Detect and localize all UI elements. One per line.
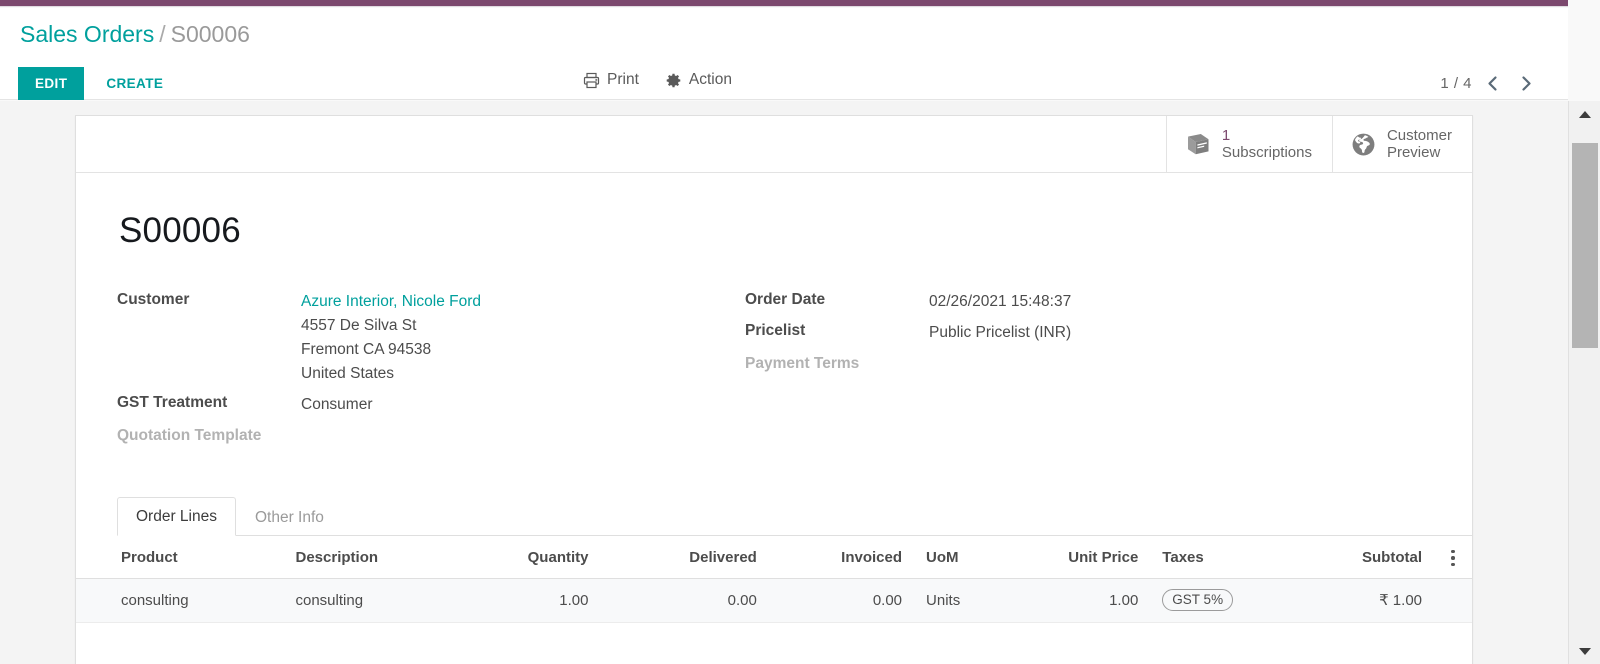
cell-product[interactable]: consulting xyxy=(76,578,274,624)
notebook: Order Lines Other Info Product Descripti… xyxy=(76,497,1472,664)
field-gst-treatment-label: GST Treatment xyxy=(117,394,228,411)
col-header-delivered[interactable]: Delivered xyxy=(616,536,783,580)
form-view-background: 1 Subscriptions Customer Preview S00006 … xyxy=(0,101,1568,664)
col-header-uom[interactable]: UoM xyxy=(912,536,1005,580)
page-title: S00006 xyxy=(119,211,241,250)
stat-button-customer-preview-label: Customer Preview xyxy=(1386,127,1452,161)
field-quotation-template: Quotation Template xyxy=(117,426,731,445)
breadcrumb-separator: / xyxy=(159,21,166,47)
chevron-left-icon xyxy=(1487,75,1497,91)
tax-badge: GST 5% xyxy=(1162,589,1234,612)
chevron-right-icon xyxy=(1521,75,1531,91)
customer-address-line-2: Fremont CA 94538 xyxy=(301,341,432,358)
field-order-date-value[interactable]: 02/26/2021 15:48:37 xyxy=(929,290,1071,314)
gear-icon xyxy=(665,72,682,89)
pager-next-button[interactable] xyxy=(1512,69,1540,97)
print-label: Print xyxy=(607,71,639,88)
cell-invoiced[interactable]: 0.00 xyxy=(782,578,913,624)
odoo-sales-order-page: Sales Orders/S00006 EDIT CREATE Print xyxy=(0,0,1600,664)
order-lines-table: Product Description Quantity Delivered I… xyxy=(76,536,1472,624)
stat-button-customer-preview[interactable]: Customer Preview xyxy=(1331,116,1472,172)
pager: 1 / 4 xyxy=(1440,69,1540,97)
breadcrumb-current: S00006 xyxy=(170,21,250,47)
record-sheet: 1 Subscriptions Customer Preview S00006 … xyxy=(75,115,1473,664)
order-lines-head: Product Description Quantity Delivered I… xyxy=(76,536,1472,580)
stat-button-customer-preview-text: Customer Preview xyxy=(1387,127,1452,161)
order-lines-empty-area xyxy=(76,623,1472,664)
cell-taxes[interactable]: GST 5% xyxy=(1148,578,1301,624)
col-header-description[interactable]: Description xyxy=(273,536,458,580)
field-order-date: Order Date 02/26/2021 15:48:37 xyxy=(745,290,1472,314)
action-menu-button[interactable]: Action xyxy=(665,71,732,89)
cell-unit-price[interactable]: 1.00 xyxy=(1004,578,1149,624)
customer-address-line-1: 4557 De Silva St xyxy=(301,317,417,334)
customer-address-line-3: United States xyxy=(301,365,395,382)
cell-uom[interactable]: Units xyxy=(912,578,1005,624)
control-panel-actions: Print Action xyxy=(583,71,732,89)
book-icon xyxy=(1185,133,1211,155)
tab-other-info[interactable]: Other Info xyxy=(236,498,343,536)
col-header-unit-price[interactable]: Unit Price xyxy=(1004,536,1149,580)
field-pricelist: Pricelist Public Pricelist (INR) xyxy=(745,321,1472,345)
col-header-invoiced[interactable]: Invoiced xyxy=(782,536,913,580)
field-pricelist-value[interactable]: Public Pricelist (INR) xyxy=(929,321,1071,345)
col-header-taxes[interactable]: Taxes xyxy=(1148,536,1301,580)
order-lines-table-wrapper: Product Description Quantity Delivered I… xyxy=(76,536,1472,664)
field-customer: Customer Azure Interior, Nicole Ford 455… xyxy=(117,290,731,386)
record-action-buttons: EDIT CREATE xyxy=(18,67,177,100)
table-row[interactable]: consulting consulting 1.00 0.00 0.00 Uni… xyxy=(76,578,1472,624)
pager-counter: 1 / 4 xyxy=(1440,74,1472,92)
stat-button-subscriptions-label: Subscriptions xyxy=(1221,144,1312,161)
cell-quantity[interactable]: 1.00 xyxy=(457,578,617,624)
field-payment-terms-label: Payment Terms xyxy=(745,355,860,372)
edit-button[interactable]: EDIT xyxy=(18,67,85,100)
create-button[interactable]: CREATE xyxy=(92,67,177,100)
field-customer-value-block: Azure Interior, Nicole Ford 4557 De Silv… xyxy=(301,290,481,386)
stat-button-bar: 1 Subscriptions Customer Preview xyxy=(76,116,1472,173)
field-gst-treatment-value[interactable]: Consumer xyxy=(301,393,373,417)
stat-button-subscriptions-value: 1 xyxy=(1221,127,1231,144)
field-order-date-label: Order Date xyxy=(745,291,826,308)
col-header-quantity[interactable]: Quantity xyxy=(457,536,617,580)
field-customer-label: Customer xyxy=(117,291,190,308)
printer-icon xyxy=(583,72,600,89)
tab-order-lines[interactable]: Order Lines xyxy=(117,497,236,536)
field-quotation-template-label: Quotation Template xyxy=(117,427,262,444)
order-lines-header-row: Product Description Quantity Delivered I… xyxy=(76,536,1472,580)
col-header-options[interactable] xyxy=(1438,536,1472,580)
field-gst-treatment: GST Treatment Consumer xyxy=(117,393,731,417)
cell-delivered[interactable]: 0.00 xyxy=(616,578,783,624)
action-label: Action xyxy=(688,71,732,88)
customer-link[interactable]: Azure Interior, Nicole Ford xyxy=(301,293,481,310)
navbar-accent-strip xyxy=(0,0,1568,7)
field-groups: Customer Azure Interior, Nicole Ford 455… xyxy=(76,251,1472,452)
scroll-down-arrow-icon[interactable] xyxy=(1569,638,1600,664)
stat-button-subscriptions[interactable]: 1 Subscriptions xyxy=(1165,116,1332,172)
field-pricelist-label: Pricelist xyxy=(745,322,806,339)
cell-description[interactable]: consulting xyxy=(273,578,458,624)
scrollbar-thumb[interactable] xyxy=(1572,143,1598,348)
stat-button-subscriptions-text: 1 Subscriptions xyxy=(1222,127,1312,161)
scroll-up-arrow-icon[interactable] xyxy=(1569,101,1600,127)
notebook-tabs: Order Lines Other Info xyxy=(117,497,1472,536)
breadcrumb-root-link[interactable]: Sales Orders xyxy=(20,21,154,47)
field-payment-terms: Payment Terms xyxy=(745,354,1472,373)
cell-subtotal[interactable]: ₹ 1.00 xyxy=(1300,578,1438,624)
print-menu-button[interactable]: Print xyxy=(583,71,639,89)
pager-previous-button[interactable] xyxy=(1478,69,1506,97)
order-lines-body: consulting consulting 1.00 0.00 0.00 Uni… xyxy=(76,578,1472,624)
kebab-menu-icon[interactable] xyxy=(1451,549,1455,567)
globe-icon xyxy=(1351,132,1376,157)
col-header-product[interactable]: Product xyxy=(76,536,274,580)
vertical-scrollbar[interactable] xyxy=(1568,101,1600,664)
control-panel: Sales Orders/S00006 EDIT CREATE Print xyxy=(0,8,1568,100)
field-group-right: Order Date 02/26/2021 15:48:37 Pricelist… xyxy=(731,290,1472,452)
field-group-left: Customer Azure Interior, Nicole Ford 455… xyxy=(76,290,731,452)
col-header-subtotal[interactable]: Subtotal xyxy=(1300,536,1438,580)
cell-options xyxy=(1438,578,1472,624)
breadcrumb: Sales Orders / S00006 xyxy=(20,19,250,49)
